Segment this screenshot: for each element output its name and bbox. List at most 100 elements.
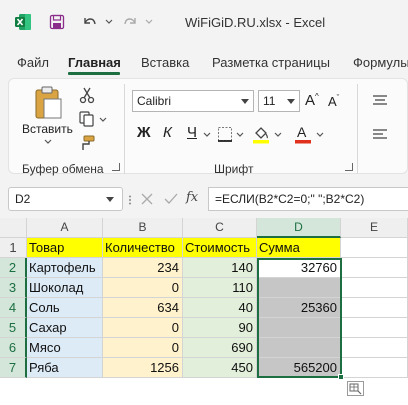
row-header-4[interactable]: 4 bbox=[0, 298, 27, 318]
column-header-b[interactable]: B bbox=[103, 218, 183, 238]
item-cell[interactable]: Шоколад bbox=[27, 278, 103, 298]
item-cell[interactable]: Сахар bbox=[27, 318, 103, 338]
item-cell[interactable]: Соль bbox=[27, 298, 103, 318]
header-cell[interactable]: Товар bbox=[27, 238, 103, 258]
formula-controls: fx bbox=[128, 187, 208, 211]
empty-cell[interactable] bbox=[341, 278, 408, 298]
price-cell[interactable]: 140 bbox=[183, 258, 257, 278]
align-left-button[interactable] bbox=[372, 128, 388, 145]
item-cell[interactable]: Картофель bbox=[27, 258, 103, 278]
name-box[interactable]: D2 bbox=[8, 187, 123, 211]
cut-button[interactable] bbox=[78, 86, 98, 104]
paste-label: Вставить bbox=[22, 122, 73, 136]
tab-insert[interactable]: Вставка bbox=[141, 55, 189, 70]
tab-page-layout[interactable]: Разметка страницы bbox=[212, 55, 330, 70]
row-header-7[interactable]: 7 bbox=[0, 358, 27, 378]
header-cell[interactable]: Стоимость bbox=[183, 238, 257, 258]
select-all-corner[interactable] bbox=[0, 218, 27, 238]
font-color-button[interactable]: A bbox=[294, 124, 328, 146]
price-cell[interactable]: 690 bbox=[183, 338, 257, 358]
quantity-cell[interactable]: 1256 bbox=[103, 358, 183, 378]
tab-file[interactable]: Файл bbox=[17, 55, 49, 70]
price-cell[interactable]: 90 bbox=[183, 318, 257, 338]
decrease-font-icon: Aˇ bbox=[328, 94, 340, 110]
row-header-3[interactable]: 3 bbox=[0, 278, 27, 298]
sum-cell[interactable] bbox=[257, 318, 341, 338]
empty-cell[interactable] bbox=[341, 318, 408, 338]
quantity-cell[interactable]: 0 bbox=[103, 338, 183, 358]
borders-button[interactable] bbox=[217, 126, 245, 144]
window-title: WiFiGiD.RU.xlsx - Excel bbox=[185, 15, 326, 30]
formula-input[interactable]: =ЕСЛИ(B2*C2=0;" ";B2*C2) bbox=[208, 187, 408, 211]
check-icon[interactable] bbox=[164, 192, 178, 206]
header-cell[interactable]: Сумма bbox=[257, 238, 341, 258]
font-launcher-icon[interactable] bbox=[345, 163, 353, 171]
sum-cell[interactable]: 565200 bbox=[257, 358, 341, 378]
sum-cell[interactable]: 32760 bbox=[257, 258, 341, 278]
sum-cell[interactable] bbox=[257, 278, 341, 298]
chevron-down-icon bbox=[145, 19, 153, 24]
decrease-font-button[interactable]: Aˇ bbox=[328, 94, 339, 109]
paste-icon bbox=[35, 86, 62, 119]
row-header-2[interactable]: 2 bbox=[0, 258, 27, 278]
cancel-icon[interactable] bbox=[140, 192, 154, 206]
undo-dropdown[interactable] bbox=[104, 11, 114, 33]
font-group-label: Шрифт bbox=[214, 162, 254, 176]
row-header-6[interactable]: 6 bbox=[0, 338, 27, 358]
sum-cell[interactable]: 25360 bbox=[257, 298, 341, 318]
more-icon bbox=[129, 195, 131, 205]
copy-button[interactable] bbox=[78, 110, 108, 128]
paste-button[interactable]: Вставить bbox=[22, 86, 73, 144]
column-header-c[interactable]: C bbox=[183, 218, 257, 238]
copy-icon bbox=[79, 111, 94, 127]
sum-cell[interactable] bbox=[257, 338, 341, 358]
fill-color-button[interactable] bbox=[252, 124, 286, 146]
save-button[interactable] bbox=[46, 11, 68, 33]
quick-analysis-button[interactable] bbox=[347, 381, 364, 396]
font-name-select[interactable]: Calibri bbox=[132, 90, 254, 112]
redo-button[interactable] bbox=[116, 11, 144, 33]
column-header-a[interactable]: A bbox=[27, 218, 103, 238]
price-cell[interactable]: 450 bbox=[183, 358, 257, 378]
empty-cell[interactable] bbox=[341, 298, 408, 318]
row-header-1[interactable]: 1 bbox=[0, 238, 27, 258]
name-box-value: D2 bbox=[15, 192, 31, 206]
quantity-cell[interactable]: 634 bbox=[103, 298, 183, 318]
increase-font-button[interactable]: A^ bbox=[305, 92, 319, 109]
font-name-value: Calibri bbox=[137, 94, 172, 108]
item-cell[interactable]: Ряба bbox=[27, 358, 103, 378]
empty-cell[interactable] bbox=[341, 258, 408, 278]
underline-button[interactable]: Ч bbox=[187, 124, 197, 141]
format-painter-button[interactable] bbox=[78, 134, 98, 152]
row-header-5[interactable]: 5 bbox=[0, 318, 27, 338]
active-tab-indicator bbox=[68, 72, 120, 75]
fill-handle[interactable] bbox=[338, 374, 344, 380]
quantity-cell[interactable]: 234 bbox=[103, 258, 183, 278]
insert-function-button[interactable]: fx bbox=[186, 190, 198, 205]
price-cell[interactable]: 110 bbox=[183, 278, 257, 298]
tab-home[interactable]: Главная bbox=[68, 55, 121, 70]
group-divider bbox=[124, 84, 125, 174]
chevron-down-icon bbox=[44, 139, 52, 144]
tab-formulas[interactable]: Формулы bbox=[353, 55, 408, 70]
bold-button[interactable]: Ж bbox=[137, 124, 151, 141]
quantity-cell[interactable]: 0 bbox=[103, 278, 183, 298]
empty-cell[interactable] bbox=[341, 338, 408, 358]
empty-cell[interactable] bbox=[341, 358, 408, 378]
italic-button[interactable]: К bbox=[163, 124, 172, 141]
clipboard-launcher-icon[interactable] bbox=[112, 163, 120, 171]
redo-icon bbox=[124, 18, 136, 25]
undo-button[interactable] bbox=[76, 11, 104, 33]
price-cell[interactable]: 40 bbox=[183, 298, 257, 318]
column-header-d[interactable]: D bbox=[257, 218, 341, 238]
chevron-down-icon bbox=[316, 132, 324, 137]
chevron-down-icon bbox=[236, 132, 244, 137]
empty-cell[interactable] bbox=[341, 238, 408, 258]
item-cell[interactable]: Мясо bbox=[27, 338, 103, 358]
column-header-e[interactable]: E bbox=[341, 218, 408, 238]
align-top-button[interactable] bbox=[372, 94, 388, 111]
font-size-select[interactable]: 11 bbox=[258, 90, 300, 112]
quantity-cell[interactable]: 0 bbox=[103, 318, 183, 338]
redo-dropdown[interactable] bbox=[144, 11, 154, 33]
header-cell[interactable]: Количество bbox=[103, 238, 183, 258]
